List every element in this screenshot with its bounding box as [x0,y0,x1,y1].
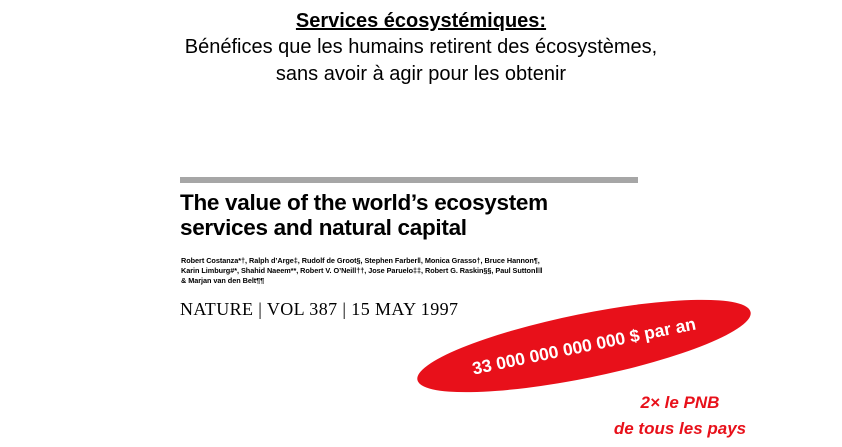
paper-title-line-2: services and natural capital [180,215,467,240]
author-line-1: Robert Costanza*†, Ralph d’Arge‡, Rudolf… [181,256,540,265]
paper-title-line-1: The value of the world’s ecosystem [180,190,548,215]
paper-title: The value of the world’s ecosystem servi… [180,190,650,240]
gdp-comparison-note: 2× le PNB de tous les pays [560,390,800,442]
note-line-1: 2× le PNB [640,393,720,412]
header-rule [180,177,638,183]
slide-title: Services écosystémiques: [295,10,547,32]
journal-citation: NATURE | VOL 387 | 15 MAY 1997 [180,299,459,319]
slide-header: Services écosystémiques: Bénéfices que l… [0,8,842,88]
note-line-2: de tous les pays [613,419,747,438]
author-line-2: Karin Limburg#*, Shahid Naeem**, Robert … [181,266,543,275]
author-list: Robert Costanza*†, Ralph d’Arge‡, Rudolf… [181,256,641,286]
slide-subtitle-line-1: Bénéfices que les humains retirent des é… [184,36,658,58]
slide-subtitle-line-2: sans avoir à agir pour les obtenir [275,63,567,85]
author-line-3: & Marjan van den Belt¶¶ [181,276,265,285]
